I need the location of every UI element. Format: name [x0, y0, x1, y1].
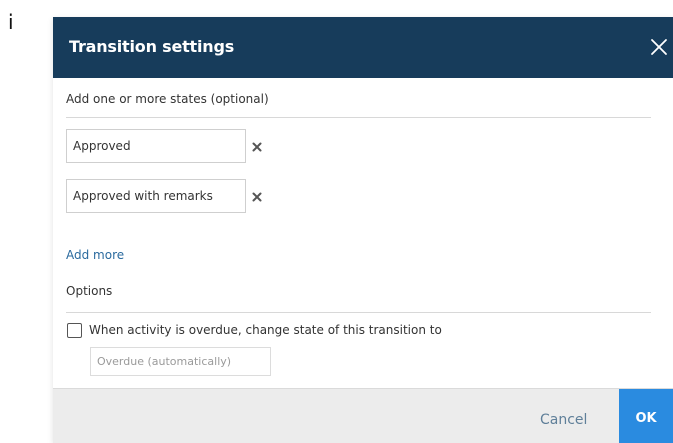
- dialog-footer: Cancel OK: [53, 388, 673, 443]
- states-section-label: Add one or more states (optional): [66, 92, 269, 106]
- transition-settings-dialog: Transition settings Add one or more stat…: [53, 17, 673, 443]
- state-input-1[interactable]: [66, 129, 246, 163]
- remove-state-1-icon[interactable]: [250, 139, 264, 153]
- options-section-label: Options: [66, 284, 113, 298]
- ok-button[interactable]: OK: [619, 389, 673, 443]
- dialog-title: Transition settings: [69, 37, 235, 56]
- close-icon[interactable]: [647, 35, 671, 59]
- dialog-body: Add one or more states (optional) Add mo…: [53, 78, 673, 388]
- stray-text: i: [8, 10, 14, 34]
- dialog-header: Transition settings: [53, 17, 673, 78]
- overdue-state-select[interactable]: Overdue (automatically): [90, 347, 271, 376]
- overdue-checkbox-label[interactable]: When activity is overdue, change state o…: [89, 323, 442, 337]
- state-input-2[interactable]: [66, 179, 246, 213]
- states-divider: [66, 117, 651, 118]
- options-divider: [66, 312, 651, 313]
- cancel-button[interactable]: Cancel: [540, 412, 587, 428]
- overdue-checkbox[interactable]: [67, 323, 82, 338]
- remove-state-2-icon[interactable]: [250, 189, 264, 203]
- add-more-link[interactable]: Add more: [66, 248, 124, 262]
